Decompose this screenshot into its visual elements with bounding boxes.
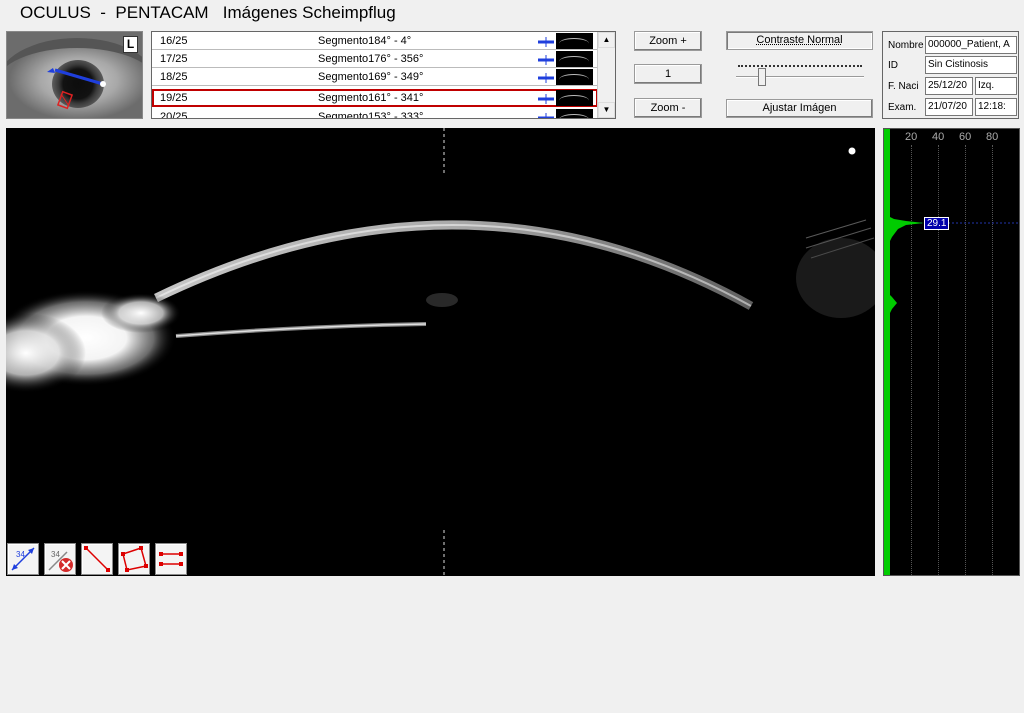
segment-row[interactable]: 18/25 Segmento169° - 349°	[152, 68, 598, 86]
eye-field[interactable]: Izq.	[975, 77, 1017, 95]
segment-number: 17/25	[160, 53, 188, 65]
zoom-level-display[interactable]: 1	[634, 64, 702, 84]
eye-side-badge: L	[123, 36, 138, 53]
patient-id-field[interactable]: Sin Cistinosis	[925, 56, 1017, 74]
density-curve	[884, 129, 1019, 575]
segment-thumbnail	[556, 51, 593, 67]
svg-text:34: 34	[16, 550, 25, 559]
densitometry-panel[interactable]: 20 40 60 80 29.1	[883, 128, 1020, 576]
patient-info-panel: Nombre 000000_Patient, A ID Sin Cistinos…	[882, 31, 1019, 119]
segment-number: 16/25	[160, 35, 188, 47]
segment-thumbnail	[556, 33, 593, 49]
segment-thumbnail	[556, 109, 593, 118]
segment-number: 20/25	[160, 111, 188, 119]
segment-label: Segmento161° - 341°	[318, 92, 424, 104]
measure-distance-icon: 34	[11, 547, 35, 571]
birthdate-label: F. Naci	[888, 81, 919, 92]
segment-row-selected[interactable]: 19/25 Segmento161° - 341°	[152, 89, 598, 107]
segment-direction-icon	[538, 55, 554, 65]
segment-number: 18/25	[160, 71, 188, 83]
segment-label: Segmento153° - 333°	[318, 111, 424, 119]
segment-thumbnail	[556, 90, 593, 106]
segment-label: Segmento176° - 356°	[318, 53, 424, 65]
delete-measurement-tool-button[interactable]: 34	[44, 543, 76, 575]
exam-date-field[interactable]: 21/07/20	[925, 98, 973, 116]
segment-number: 19/25	[160, 92, 188, 104]
name-label: Nombre	[888, 40, 924, 51]
eye-overview-image[interactable]: L	[6, 31, 143, 119]
patient-name-field[interactable]: 000000_Patient, A	[925, 36, 1017, 54]
slider-ticks	[738, 65, 862, 69]
exam-time-field[interactable]: 12:18:	[975, 98, 1017, 116]
adjust-image-button[interactable]: Ajustar Imágen	[726, 99, 873, 118]
segment-row[interactable]: 17/25 Segmento176° - 356°	[152, 50, 598, 68]
segment-label: Segmento184° - 4°	[318, 35, 412, 47]
density-value-label: 29.1	[924, 217, 950, 230]
slider-thumb[interactable]	[758, 68, 766, 86]
line-tool-icon	[84, 546, 110, 572]
contrast-slider[interactable]	[736, 59, 864, 89]
segment-row[interactable]: 16/25 Segmento184° - 4°	[152, 32, 598, 50]
window-title: OCULUS - PENTACAM Imágenes Scheimpflug	[20, 3, 396, 22]
segment-thumbnail	[556, 69, 593, 85]
contrast-normal-button[interactable]: Contraste Normal	[726, 31, 873, 50]
delete-measurement-icon: 34	[48, 550, 73, 572]
cornea-image	[6, 128, 875, 576]
polygon-tool-button[interactable]	[118, 543, 150, 575]
segment-label: Segmento169° - 349°	[318, 71, 424, 83]
segment-list[interactable]: 16/25 Segmento184° - 4° 17/25 Segmento17…	[151, 31, 616, 119]
zoom-in-button[interactable]: Zoom +	[634, 31, 702, 51]
id-label: ID	[888, 60, 898, 71]
segment-list-scrollbar[interactable]: ▲ ▼	[597, 32, 615, 118]
thickness-tool-button[interactable]	[155, 543, 187, 575]
thickness-tool-icon	[159, 552, 183, 566]
measure-distance-tool-button[interactable]: 34	[7, 543, 39, 575]
slider-track	[736, 76, 864, 78]
segment-direction-icon	[538, 73, 554, 83]
scroll-up-arrow-icon[interactable]: ▲	[598, 32, 615, 48]
scroll-down-arrow-icon[interactable]: ▼	[598, 102, 615, 118]
birthdate-field[interactable]: 25/12/20	[925, 77, 973, 95]
polygon-tool-icon	[121, 546, 148, 572]
segment-direction-icon	[538, 94, 554, 104]
segment-direction-icon	[538, 113, 554, 118]
line-tool-button[interactable]	[81, 543, 113, 575]
svg-text:34: 34	[51, 550, 60, 559]
segment-direction-icon	[538, 37, 554, 47]
segment-row[interactable]: 20/25 Segmento153° - 333°	[152, 108, 598, 119]
zoom-out-button[interactable]: Zoom -	[634, 98, 702, 118]
scheimpflug-image[interactable]	[6, 128, 875, 576]
exam-label: Exam.	[888, 102, 917, 113]
